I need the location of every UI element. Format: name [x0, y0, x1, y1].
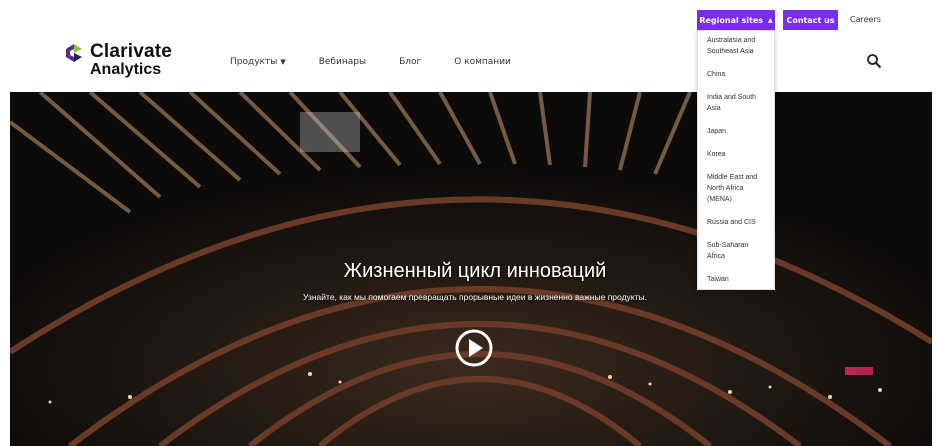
contact-us-label: Contact us	[786, 15, 835, 25]
contact-us-button[interactable]: Contact us	[783, 10, 838, 30]
nav-item-label: О компании	[454, 57, 511, 67]
region-mena[interactable]: Middle East and North Africa (MENA)	[707, 172, 765, 205]
logo-text-primary: Clarivate	[90, 41, 173, 62]
hero-title: Жизненный цикл инноваций	[343, 260, 607, 282]
hero-banner: Жизненный цикл инноваций Узнайте, как мы…	[10, 92, 932, 446]
region-china[interactable]: China	[707, 69, 765, 80]
logo-text-secondary: Analytics	[90, 61, 162, 78]
region-korea[interactable]: Korea	[707, 149, 765, 160]
nav-item-products[interactable]: Продукты ▼	[230, 57, 286, 67]
regional-sites-button[interactable]: Regional sites ▲	[697, 10, 775, 30]
hero-subtitle: Узнайте, как мы помогаем превращать прор…	[303, 292, 647, 302]
careers-link[interactable]: Careers	[850, 15, 881, 24]
search-icon[interactable]	[866, 53, 882, 69]
region-japan[interactable]: Japan	[707, 126, 765, 137]
region-taiwan[interactable]: Taiwan	[707, 274, 765, 285]
chevron-up-icon: ▲	[768, 16, 773, 24]
region-russia-cis[interactable]: Russia and CIS	[707, 217, 765, 228]
nav-item-label: Продукты	[230, 57, 278, 67]
utility-bar: Regional sites ▲ Contact us Careers	[0, 0, 940, 30]
region-australasia[interactable]: Australasia and Southeast Asia	[707, 35, 765, 57]
region-sub-saharan-africa[interactable]: Sub-Saharan Africa	[707, 240, 765, 262]
clarivate-logo[interactable]: Clarivate Analytics	[60, 41, 190, 81]
nav-item-blog[interactable]: Блог	[399, 57, 421, 67]
clarivate-logo-icon	[66, 44, 82, 62]
nav-item-webinars[interactable]: Вебинары	[319, 57, 366, 67]
nav-item-label: Вебинары	[318, 57, 367, 67]
play-icon[interactable]	[454, 328, 494, 368]
chevron-down-icon: ▼	[280, 58, 286, 66]
region-india[interactable]: India and South Asia	[707, 92, 765, 114]
nav-item-label: Блог	[399, 57, 422, 67]
nav-item-about[interactable]: О компании	[454, 57, 511, 67]
site-header: Clarivate Analytics Продукты ▼ Вебинары …	[10, 30, 932, 92]
main-nav: Продукты ▼ Вебинары Блог О компании	[230, 57, 544, 67]
regional-sites-label: Regional sites	[699, 15, 764, 25]
regional-sites-dropdown: Australasia and Southeast Asia China Ind…	[697, 30, 775, 290]
